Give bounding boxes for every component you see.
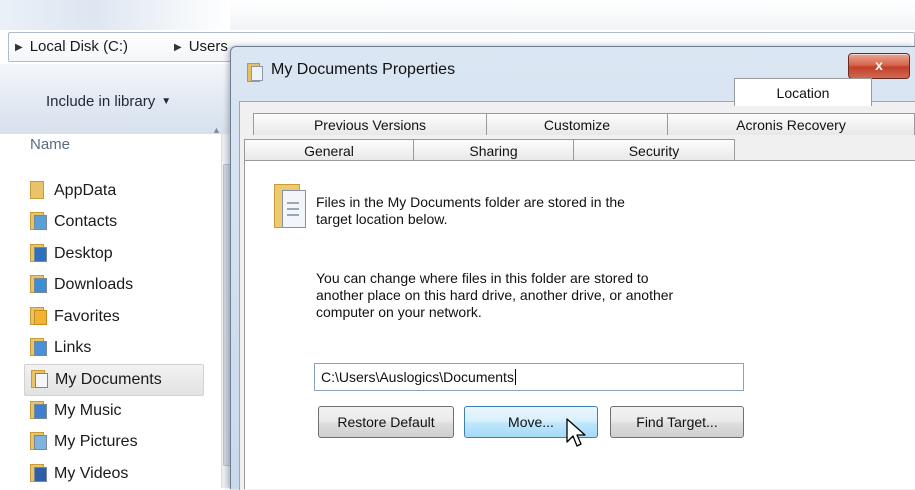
- tab-security[interactable]: Security: [573, 139, 735, 161]
- breadcrumb-label: Users: [188, 38, 228, 55]
- include-in-library-label: Include in library: [46, 93, 156, 110]
- breadcrumb-label: Local Disk (C:): [29, 38, 129, 55]
- pictures-folder-icon: [30, 432, 48, 450]
- button-label: Find Target...: [636, 414, 718, 430]
- folder-label: Desktop: [54, 245, 113, 262]
- desktop-folder-icon: [30, 244, 48, 262]
- tab-label: Location: [776, 85, 830, 101]
- folder-item-my-videos[interactable]: My Videos: [30, 459, 220, 489]
- folder-item-contacts[interactable]: Contacts: [30, 207, 220, 237]
- location-info-text: Files in the My Documents folder are sto…: [316, 194, 625, 228]
- text-caret: [514, 369, 516, 385]
- folder-item-favorites[interactable]: Favorites: [30, 302, 220, 332]
- folder-item-links[interactable]: Links: [30, 333, 220, 363]
- folder-label: Favorites: [54, 308, 120, 325]
- change-line: You can change where files in this folde…: [316, 270, 649, 286]
- info-line: Files in the My Documents folder are sto…: [316, 194, 625, 210]
- tab-sharing[interactable]: Sharing: [413, 139, 574, 161]
- documents-folder-icon: [274, 184, 310, 230]
- button-label: Restore Default: [337, 414, 435, 430]
- close-button[interactable]: x: [848, 53, 910, 79]
- tab-label: General: [304, 143, 354, 159]
- folder-item-my-pictures[interactable]: My Pictures: [30, 427, 220, 457]
- tab-label: Security: [628, 143, 680, 159]
- folder-item-downloads[interactable]: Downloads: [30, 270, 220, 300]
- folder-label: My Documents: [55, 371, 162, 388]
- chevron-down-icon: ▼: [161, 96, 172, 107]
- tab-label: Customize: [543, 117, 611, 133]
- name-column-header[interactable]: Name: [30, 136, 70, 153]
- change-line: computer on your network.: [316, 304, 482, 320]
- folder-label: My Music: [54, 402, 122, 419]
- explorer-titlebar: [0, 0, 915, 30]
- mouse-pointer-icon: [566, 418, 586, 447]
- dialog-title: My Documents Properties: [271, 61, 456, 78]
- contacts-folder-icon: [30, 212, 48, 230]
- find-target-button[interactable]: Find Target...: [610, 406, 744, 438]
- path-value: C:\Users\Auslogics\Documents: [321, 369, 514, 385]
- change-line: another place on this hard drive, anothe…: [316, 287, 674, 303]
- folder-item-my-documents[interactable]: My Documents: [24, 364, 204, 396]
- folder-item-desktop[interactable]: Desktop: [30, 239, 220, 269]
- button-label: Move...: [508, 414, 554, 430]
- folder-item-appdata[interactable]: AppData: [30, 176, 220, 206]
- breadcrumb-local-disk[interactable]: ▶ Local Disk (C:): [15, 33, 128, 62]
- links-folder-icon: [30, 338, 48, 356]
- breadcrumb-arrow-icon[interactable]: ▶: [15, 42, 23, 53]
- videos-folder-icon: [30, 464, 48, 482]
- music-folder-icon: [30, 401, 48, 419]
- tab-label: Previous Versions: [313, 117, 427, 133]
- downloads-folder-icon: [30, 275, 48, 293]
- close-icon: x: [875, 57, 883, 73]
- tab-location[interactable]: Location: [734, 78, 872, 106]
- folder-label: Contacts: [54, 213, 118, 230]
- restore-default-button[interactable]: Restore Default: [318, 406, 454, 438]
- tab-customize[interactable]: Customize: [486, 113, 668, 135]
- tab-label: Sharing: [469, 143, 518, 159]
- folder-item-my-music[interactable]: My Music: [30, 396, 220, 426]
- folder-label: Links: [54, 339, 92, 356]
- titlebar-glow: [0, 0, 230, 30]
- folder-label: AppData: [54, 182, 117, 199]
- tab-previous-versions[interactable]: Previous Versions: [253, 113, 487, 135]
- folder-label: Downloads: [54, 276, 134, 293]
- folder-label: My Videos: [54, 465, 129, 482]
- folder-icon: [30, 181, 48, 199]
- location-path-input[interactable]: C:\Users\Auslogics\Documents: [314, 363, 744, 391]
- tab-acronis-recovery[interactable]: Acronis Recovery: [667, 113, 915, 135]
- breadcrumb-users[interactable]: ▶ Users: [174, 33, 228, 62]
- sort-up-icon: ▲: [212, 125, 221, 135]
- tab-label: Acronis Recovery: [736, 117, 846, 133]
- favorites-folder-icon: [30, 307, 48, 325]
- tab-general[interactable]: General: [244, 139, 414, 161]
- documents-folder-icon: [247, 63, 263, 82]
- folder-label: My Pictures: [54, 433, 138, 450]
- include-in-library-button[interactable]: Include in library ▼: [46, 93, 171, 110]
- location-change-text: You can change where files in this folde…: [316, 270, 673, 321]
- documents-folder-icon: [31, 370, 49, 388]
- breadcrumb-arrow-icon[interactable]: ▶: [174, 42, 182, 53]
- info-line: target location below.: [316, 211, 448, 227]
